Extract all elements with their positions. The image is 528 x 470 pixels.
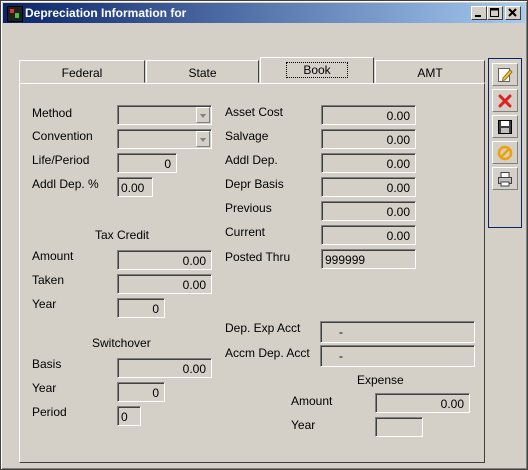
tab-amt[interactable]: AMT: [375, 60, 485, 83]
book-tab-panel: Method Convention Life/Period 0 Addl Dep…: [19, 83, 485, 463]
close-icon: [508, 8, 517, 17]
sw-basis-field[interactable]: 0.00: [117, 358, 212, 378]
print-icon: [498, 172, 512, 187]
tab-label: AMT: [417, 66, 443, 80]
addl-dep-pct-label: Addl Dep. %: [32, 177, 99, 191]
depreciation-window: Depreciation Information for Federal Sta…: [0, 0, 528, 470]
dep-exp-acct-label: Dep. Exp Acct: [225, 321, 301, 335]
previous-label: Previous: [225, 201, 272, 215]
salvage-label: Salvage: [225, 129, 269, 143]
delete-button[interactable]: [492, 89, 518, 112]
tab-label: Book: [286, 62, 348, 78]
depr-basis-label: Depr Basis: [225, 177, 284, 191]
depr-basis-field[interactable]: 0.00: [321, 177, 416, 197]
tc-year-label: Year: [32, 297, 57, 311]
cancel-button[interactable]: [492, 141, 518, 164]
posted-thru-label: Posted Thru: [225, 250, 291, 264]
chevron-down-icon[interactable]: [196, 107, 210, 123]
minimize-icon: [475, 15, 481, 17]
convention-select[interactable]: [117, 129, 212, 149]
asset-cost-field[interactable]: 0.00: [321, 105, 416, 125]
sw-period-field[interactable]: 0: [117, 406, 141, 426]
current-field[interactable]: 0.00: [321, 225, 416, 245]
sw-year-field[interactable]: 0: [117, 382, 165, 402]
method-label: Method: [32, 106, 73, 120]
accm-dep-acct-label: Accm Dep. Acct: [225, 346, 310, 360]
title-bar[interactable]: Depreciation Information for: [3, 3, 525, 23]
expense-heading: Expense: [357, 373, 404, 387]
maximize-button[interactable]: [487, 6, 503, 20]
tc-amount-label: Amount: [32, 249, 74, 263]
exp-year-label: Year: [291, 418, 316, 432]
edit-icon: [498, 68, 513, 82]
accm-dep-acct-field[interactable]: -: [320, 345, 475, 367]
life-period-field[interactable]: 0: [117, 153, 177, 173]
exp-amount-field[interactable]: 0.00: [375, 393, 470, 413]
tab-label: State: [188, 66, 217, 80]
addl-dep-field[interactable]: 0.00: [321, 153, 416, 173]
method-select[interactable]: [117, 105, 212, 125]
exp-year-field[interactable]: [375, 417, 423, 437]
switchover-heading: Switchover: [92, 336, 151, 350]
tc-amount-field[interactable]: 0.00: [117, 250, 212, 270]
addl-dep-label: Addl Dep.: [225, 153, 278, 167]
chevron-down-icon[interactable]: [196, 131, 210, 147]
save-button[interactable]: [492, 115, 518, 138]
salvage-field[interactable]: 0.00: [321, 129, 416, 149]
previous-field[interactable]: 0.00: [321, 201, 416, 221]
edit-button[interactable]: [492, 63, 518, 86]
app-icon: [7, 6, 23, 22]
tab-book[interactable]: Book: [260, 57, 374, 84]
window-title: Depreciation Information for: [25, 6, 187, 20]
convention-label: Convention: [32, 129, 93, 143]
addl-dep-pct-field[interactable]: 0.00: [117, 177, 153, 197]
record-toolbar: [488, 58, 522, 228]
client-area: Federal State Book AMT Method Convention…: [4, 25, 524, 467]
current-label: Current: [225, 225, 266, 239]
minimize-button[interactable]: [471, 6, 487, 20]
sw-period-label: Period: [32, 405, 67, 419]
close-button[interactable]: [505, 6, 521, 20]
delete-icon: [498, 94, 512, 108]
print-button[interactable]: [492, 167, 518, 190]
asset-cost-label: Asset Cost: [225, 105, 284, 119]
tc-taken-field[interactable]: 0.00: [117, 274, 212, 294]
life-period-label: Life/Period: [32, 153, 90, 167]
cancel-icon: [497, 145, 513, 161]
posted-thru-field[interactable]: 999999: [321, 249, 416, 269]
sw-year-label: Year: [32, 381, 57, 395]
tax-credit-heading: Tax Credit: [95, 228, 150, 242]
tc-taken-label: Taken: [32, 273, 65, 287]
tab-label: Federal: [61, 66, 103, 80]
tc-year-field[interactable]: 0: [117, 298, 165, 318]
tab-federal[interactable]: Federal: [19, 60, 145, 83]
save-icon: [498, 120, 512, 134]
maximize-icon: [490, 8, 499, 17]
tab-state[interactable]: State: [146, 60, 259, 83]
dep-exp-acct-field[interactable]: -: [320, 321, 475, 343]
exp-amount-label: Amount: [291, 394, 333, 408]
sw-basis-label: Basis: [32, 357, 62, 371]
